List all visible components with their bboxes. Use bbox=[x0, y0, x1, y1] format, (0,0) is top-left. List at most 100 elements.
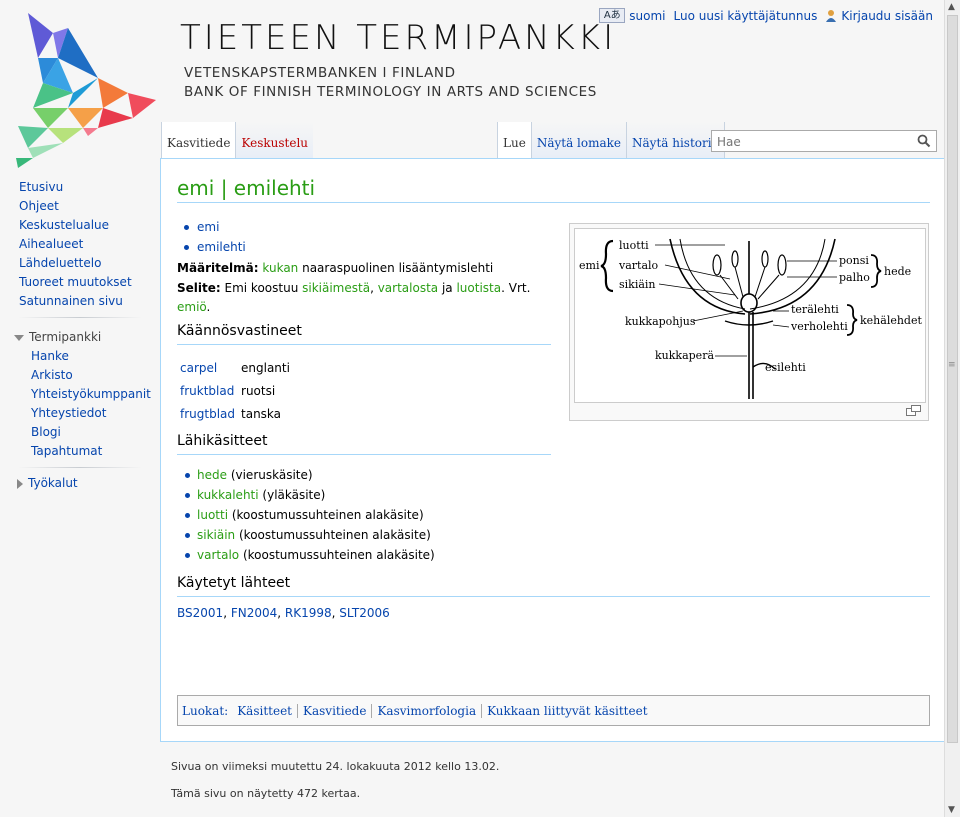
sidebar-item-etusivu[interactable]: Etusivu bbox=[0, 178, 160, 197]
list-item: vartalo (koostumussuhteinen alakäsite) bbox=[177, 545, 435, 565]
note-text: Emi koostuu bbox=[220, 280, 303, 295]
search-input[interactable] bbox=[715, 132, 909, 152]
flower-diagram[interactable]: emi luotti vartalo sikiäin ponsi palho h… bbox=[574, 228, 926, 403]
footer: Sivua on viimeksi muutettu 24. lokakuuta… bbox=[171, 760, 499, 814]
translation-term-link[interactable]: fruktblad bbox=[180, 384, 234, 398]
page-title: emi | emilehti bbox=[177, 176, 316, 200]
label-kehalehdet: kehälehdet bbox=[860, 314, 922, 327]
label-teralehti: terälehti bbox=[791, 303, 839, 316]
section-underline bbox=[177, 596, 930, 597]
list-item: emilehti bbox=[177, 237, 246, 257]
label-esilehti: esilehti bbox=[765, 361, 806, 374]
portal-termipankki-title: Termipankki bbox=[29, 330, 102, 344]
tab-keskustelu[interactable]: Keskustelu bbox=[235, 122, 314, 158]
label-ponsi: ponsi bbox=[839, 254, 869, 267]
create-account-link[interactable]: Luo uusi käyttäjätunnus bbox=[674, 9, 818, 23]
login-link[interactable]: Kirjaudu sisään bbox=[841, 9, 933, 23]
title-underline bbox=[177, 202, 930, 203]
user-icon bbox=[826, 10, 837, 22]
sidebar-item-tuoreet-muutokset[interactable]: Tuoreet muutokset bbox=[0, 273, 160, 292]
vertical-scrollbar[interactable]: ▲ ≡ ▼ bbox=[944, 0, 960, 817]
term-emilehti-link[interactable]: emilehti bbox=[197, 240, 246, 254]
category-kasvitiede[interactable]: Kasvitiede bbox=[297, 703, 371, 718]
site-subtitle-english: BANK OF FINNISH TERMINOLOGY IN ARTS AND … bbox=[184, 84, 597, 100]
list-item: emi bbox=[177, 217, 246, 237]
related-kukkalehti-link[interactable]: kukkalehti bbox=[197, 488, 259, 502]
sidebar-item-tapahtumat[interactable]: Tapahtumat bbox=[0, 442, 160, 461]
sidebar-item-arkisto[interactable]: Arkisto bbox=[0, 366, 160, 385]
translation-term-link[interactable]: carpel bbox=[180, 361, 217, 375]
view-tabs: Lue Näytä lomake Näytä historia bbox=[497, 122, 725, 158]
term-list: emi emilehti bbox=[177, 217, 246, 257]
sidebar-item-yhteystiedot[interactable]: Yhteystiedot bbox=[0, 404, 160, 423]
scrollbar-thumb[interactable] bbox=[947, 15, 958, 743]
tab-read[interactable]: Lue bbox=[497, 122, 531, 158]
sources-heading: Käytetyt lähteet bbox=[177, 575, 291, 591]
sidebar-item-aihealueet[interactable]: Aihealueet bbox=[0, 235, 160, 254]
table-row: carpel englanti bbox=[177, 356, 293, 379]
tools-title: Työkalut bbox=[28, 476, 78, 490]
sidebar-item-satunnainen-sivu[interactable]: Satunnainen sivu bbox=[0, 292, 160, 311]
sidebar-item-yhteistyokumppanit[interactable]: Yhteistyökumppanit bbox=[0, 385, 160, 404]
note-text: . Vrt. bbox=[501, 280, 531, 295]
emio-link[interactable]: emiö bbox=[177, 300, 207, 314]
related-luotti-link[interactable]: luotti bbox=[197, 508, 228, 522]
sidebar-item-blogi[interactable]: Blogi bbox=[0, 423, 160, 442]
label-palho: palho bbox=[839, 271, 870, 284]
category-kukkaan-liittyvat-kasitteet[interactable]: Kukkaan liittyvät käsitteet bbox=[481, 703, 652, 718]
tab-kasvitiede[interactable]: Kasvitiede bbox=[161, 122, 236, 158]
label-vartalo: vartalo bbox=[618, 259, 659, 272]
scroll-up-arrow-icon[interactable]: ▲ bbox=[948, 2, 955, 12]
language-selector[interactable]: Aあ suomi bbox=[599, 8, 666, 23]
sikiaimesta-link[interactable]: sikiäimestä bbox=[302, 281, 370, 295]
portal-termipankki-toggle[interactable]: Termipankki bbox=[14, 328, 160, 347]
source-link[interactable]: SLT2006 bbox=[339, 606, 390, 620]
categories-label-link[interactable]: Luokat: bbox=[182, 704, 232, 718]
list-item: hede (vieruskäsite) bbox=[177, 465, 435, 485]
sidebar-item-keskustelualue[interactable]: Keskustelualue bbox=[0, 216, 160, 235]
source-link[interactable]: RK1998 bbox=[285, 606, 332, 620]
related-sikiain-link[interactable]: sikiäin bbox=[197, 528, 235, 542]
vartalosta-link[interactable]: vartalosta bbox=[378, 281, 438, 295]
category-kasitteet[interactable]: Käsitteet bbox=[232, 704, 297, 718]
personal-tools: Aあ suomi Luo uusi käyttäjätunnus Kirjaud… bbox=[599, 8, 933, 23]
term-emi-link[interactable]: emi bbox=[197, 220, 219, 234]
site-title: TIETEEN TERMIPANKKI bbox=[180, 18, 617, 58]
source-link[interactable]: FN2004 bbox=[231, 606, 277, 620]
label-emi: emi bbox=[579, 259, 600, 272]
tab-show-form[interactable]: Näytä lomake bbox=[530, 122, 627, 158]
sidebar-item-hanke[interactable]: Hanke bbox=[0, 347, 160, 366]
definition: Määritelmä: kukan naaraspuolinen lisäänt… bbox=[177, 259, 555, 279]
enlarge-icon[interactable] bbox=[906, 405, 921, 416]
section-underline bbox=[177, 454, 551, 455]
translation-language: englanti bbox=[241, 360, 290, 375]
language-link[interactable]: suomi bbox=[629, 9, 665, 23]
translations-table: carpel englanti fruktblad ruotsi frugtbl… bbox=[177, 356, 293, 425]
label-luotti: luotti bbox=[619, 239, 649, 252]
relation-type: (koostumussuhteinen alakäsite) bbox=[228, 508, 424, 522]
login-item[interactable]: Kirjaudu sisään bbox=[825, 9, 933, 23]
section-underline bbox=[177, 344, 551, 345]
tab-history[interactable]: Näytä historia bbox=[626, 122, 725, 158]
definitions: Määritelmä: kukan naaraspuolinen lisäänt… bbox=[177, 259, 555, 318]
search-icon[interactable] bbox=[917, 134, 931, 148]
related-vartalo-link[interactable]: vartalo bbox=[197, 548, 239, 562]
kukan-link[interactable]: kukan bbox=[262, 261, 298, 275]
site-logo[interactable] bbox=[8, 8, 158, 170]
source-link[interactable]: BS2001 bbox=[177, 606, 223, 620]
relation-type: (vieruskäsite) bbox=[227, 468, 313, 482]
sources-list: BS2001, FN2004, RK1998, SLT2006 bbox=[177, 606, 390, 620]
sidebar-divider bbox=[18, 467, 142, 468]
note-text: , bbox=[370, 280, 378, 295]
tools-toggle[interactable]: Työkalut bbox=[17, 474, 160, 493]
label-verholehti: verholehti bbox=[790, 320, 848, 333]
sidebar: Etusivu Ohjeet Keskustelualue Aihealueet… bbox=[0, 178, 160, 493]
label-hede: hede bbox=[884, 265, 911, 278]
sidebar-item-lahdeluettelo[interactable]: Lähdeluettelo bbox=[0, 254, 160, 273]
scroll-down-arrow-icon[interactable]: ▼ bbox=[948, 805, 955, 815]
category-kasvimorfologia[interactable]: Kasvimorfologia bbox=[371, 703, 481, 718]
sidebar-item-ohjeet[interactable]: Ohjeet bbox=[0, 197, 160, 216]
luotista-link[interactable]: luotista bbox=[456, 281, 501, 295]
translation-term-link[interactable]: frugtblad bbox=[180, 407, 235, 421]
related-hede-link[interactable]: hede bbox=[197, 468, 227, 482]
